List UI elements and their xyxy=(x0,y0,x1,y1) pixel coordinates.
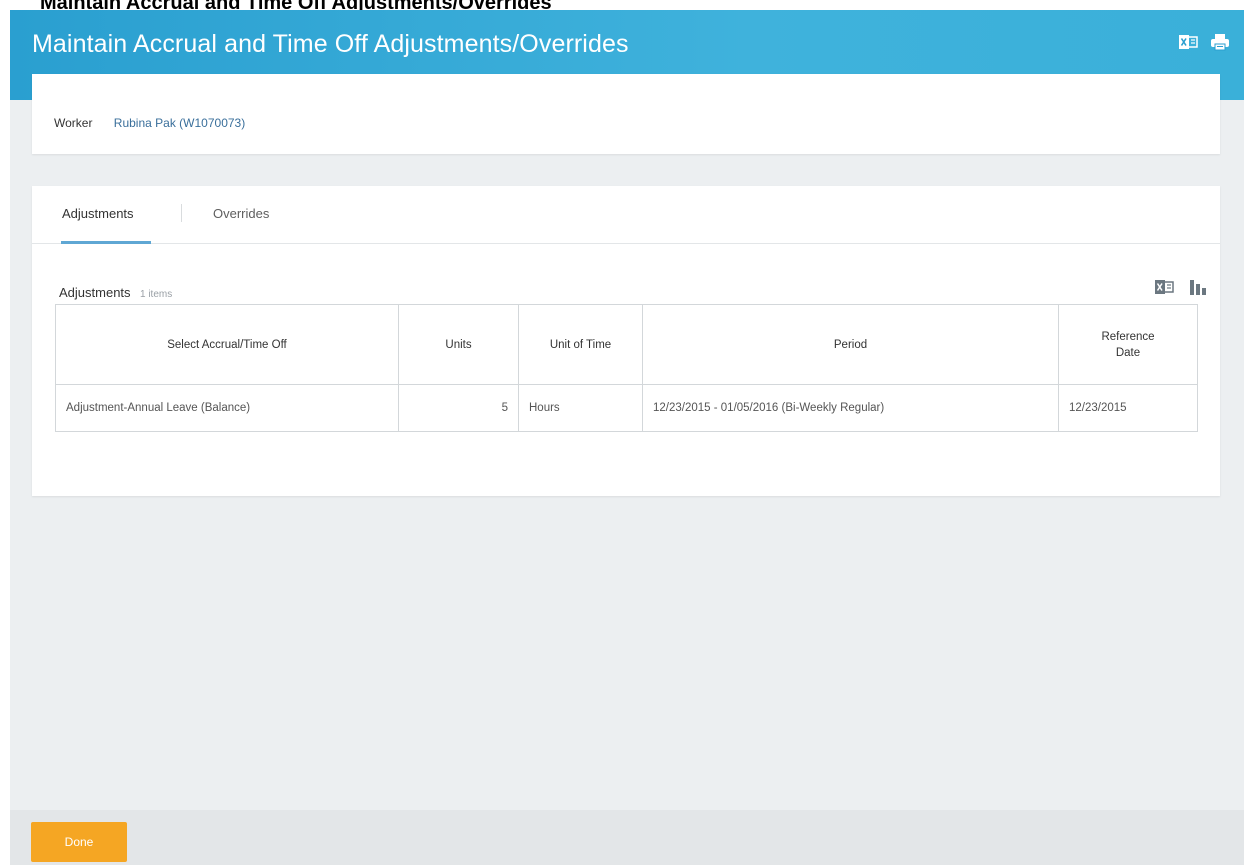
chart-view-icon[interactable] xyxy=(1188,278,1208,296)
page-title: Maintain Accrual and Time Off Adjustment… xyxy=(32,30,629,58)
worker-field: Worker Rubina Pak (W1070073) xyxy=(54,116,245,130)
excel-export-icon[interactable] xyxy=(1154,278,1174,296)
worker-card: Worker Rubina Pak (W1070073) xyxy=(32,74,1220,154)
tab-bar: Adjustments Overrides xyxy=(32,186,1220,244)
section-title: Adjustments xyxy=(59,285,131,300)
period-link[interactable]: 12/23/2015 - 01/05/2016 (Bi-Weekly Regul… xyxy=(643,385,1059,431)
app-window: Maintain Accrual and Time Off Adjustment… xyxy=(10,10,1244,865)
column-header-units[interactable]: Units xyxy=(399,305,519,384)
worker-link[interactable]: Rubina Pak (W1070073) xyxy=(114,116,245,130)
reference-date-value: 12/23/2015 xyxy=(1069,402,1127,414)
worker-label: Worker xyxy=(54,116,93,130)
adjustments-table: Select Accrual/Time Off Units Unit of Ti… xyxy=(55,304,1198,432)
column-header-accrual[interactable]: Select Accrual/Time Off xyxy=(56,305,399,384)
tab-divider xyxy=(181,204,182,222)
tab-overrides[interactable]: Overrides xyxy=(213,206,269,221)
column-header-unit-of-time[interactable]: Unit of Time xyxy=(519,305,643,384)
column-header-period[interactable]: Period xyxy=(643,305,1059,384)
accrual-link[interactable]: Adjustment-Annual Leave (Balance) xyxy=(56,385,399,431)
done-button[interactable]: Done xyxy=(31,822,127,862)
table-row: Adjustment-Annual Leave (Balance) 5 Hour… xyxy=(56,385,1197,431)
adjustments-section-header: Adjustments 1 items xyxy=(59,284,172,302)
reference-date-label-line1: Reference xyxy=(1101,330,1155,343)
active-tab-indicator xyxy=(61,241,151,244)
table-toolbar xyxy=(1154,278,1208,296)
header-actions xyxy=(1178,32,1230,52)
footer-bar: Done xyxy=(10,810,1244,865)
column-header-reference-date[interactable]: Reference Date xyxy=(1059,305,1197,384)
reference-date-label: Reference Date xyxy=(1101,329,1154,361)
print-icon[interactable] xyxy=(1210,32,1230,52)
adjustments-panel: Adjustments Overrides Adjustments 1 item… xyxy=(32,186,1220,496)
tab-adjustments[interactable]: Adjustments xyxy=(62,206,134,221)
excel-export-icon[interactable] xyxy=(1178,32,1198,52)
item-count: 1 items xyxy=(140,289,173,300)
unit-of-time-link[interactable]: Hours xyxy=(519,385,643,431)
reference-date-label-line2: Date xyxy=(1115,346,1141,359)
table-header-row: Select Accrual/Time Off Units Unit of Ti… xyxy=(56,305,1197,385)
units-value: 5 xyxy=(399,385,519,431)
